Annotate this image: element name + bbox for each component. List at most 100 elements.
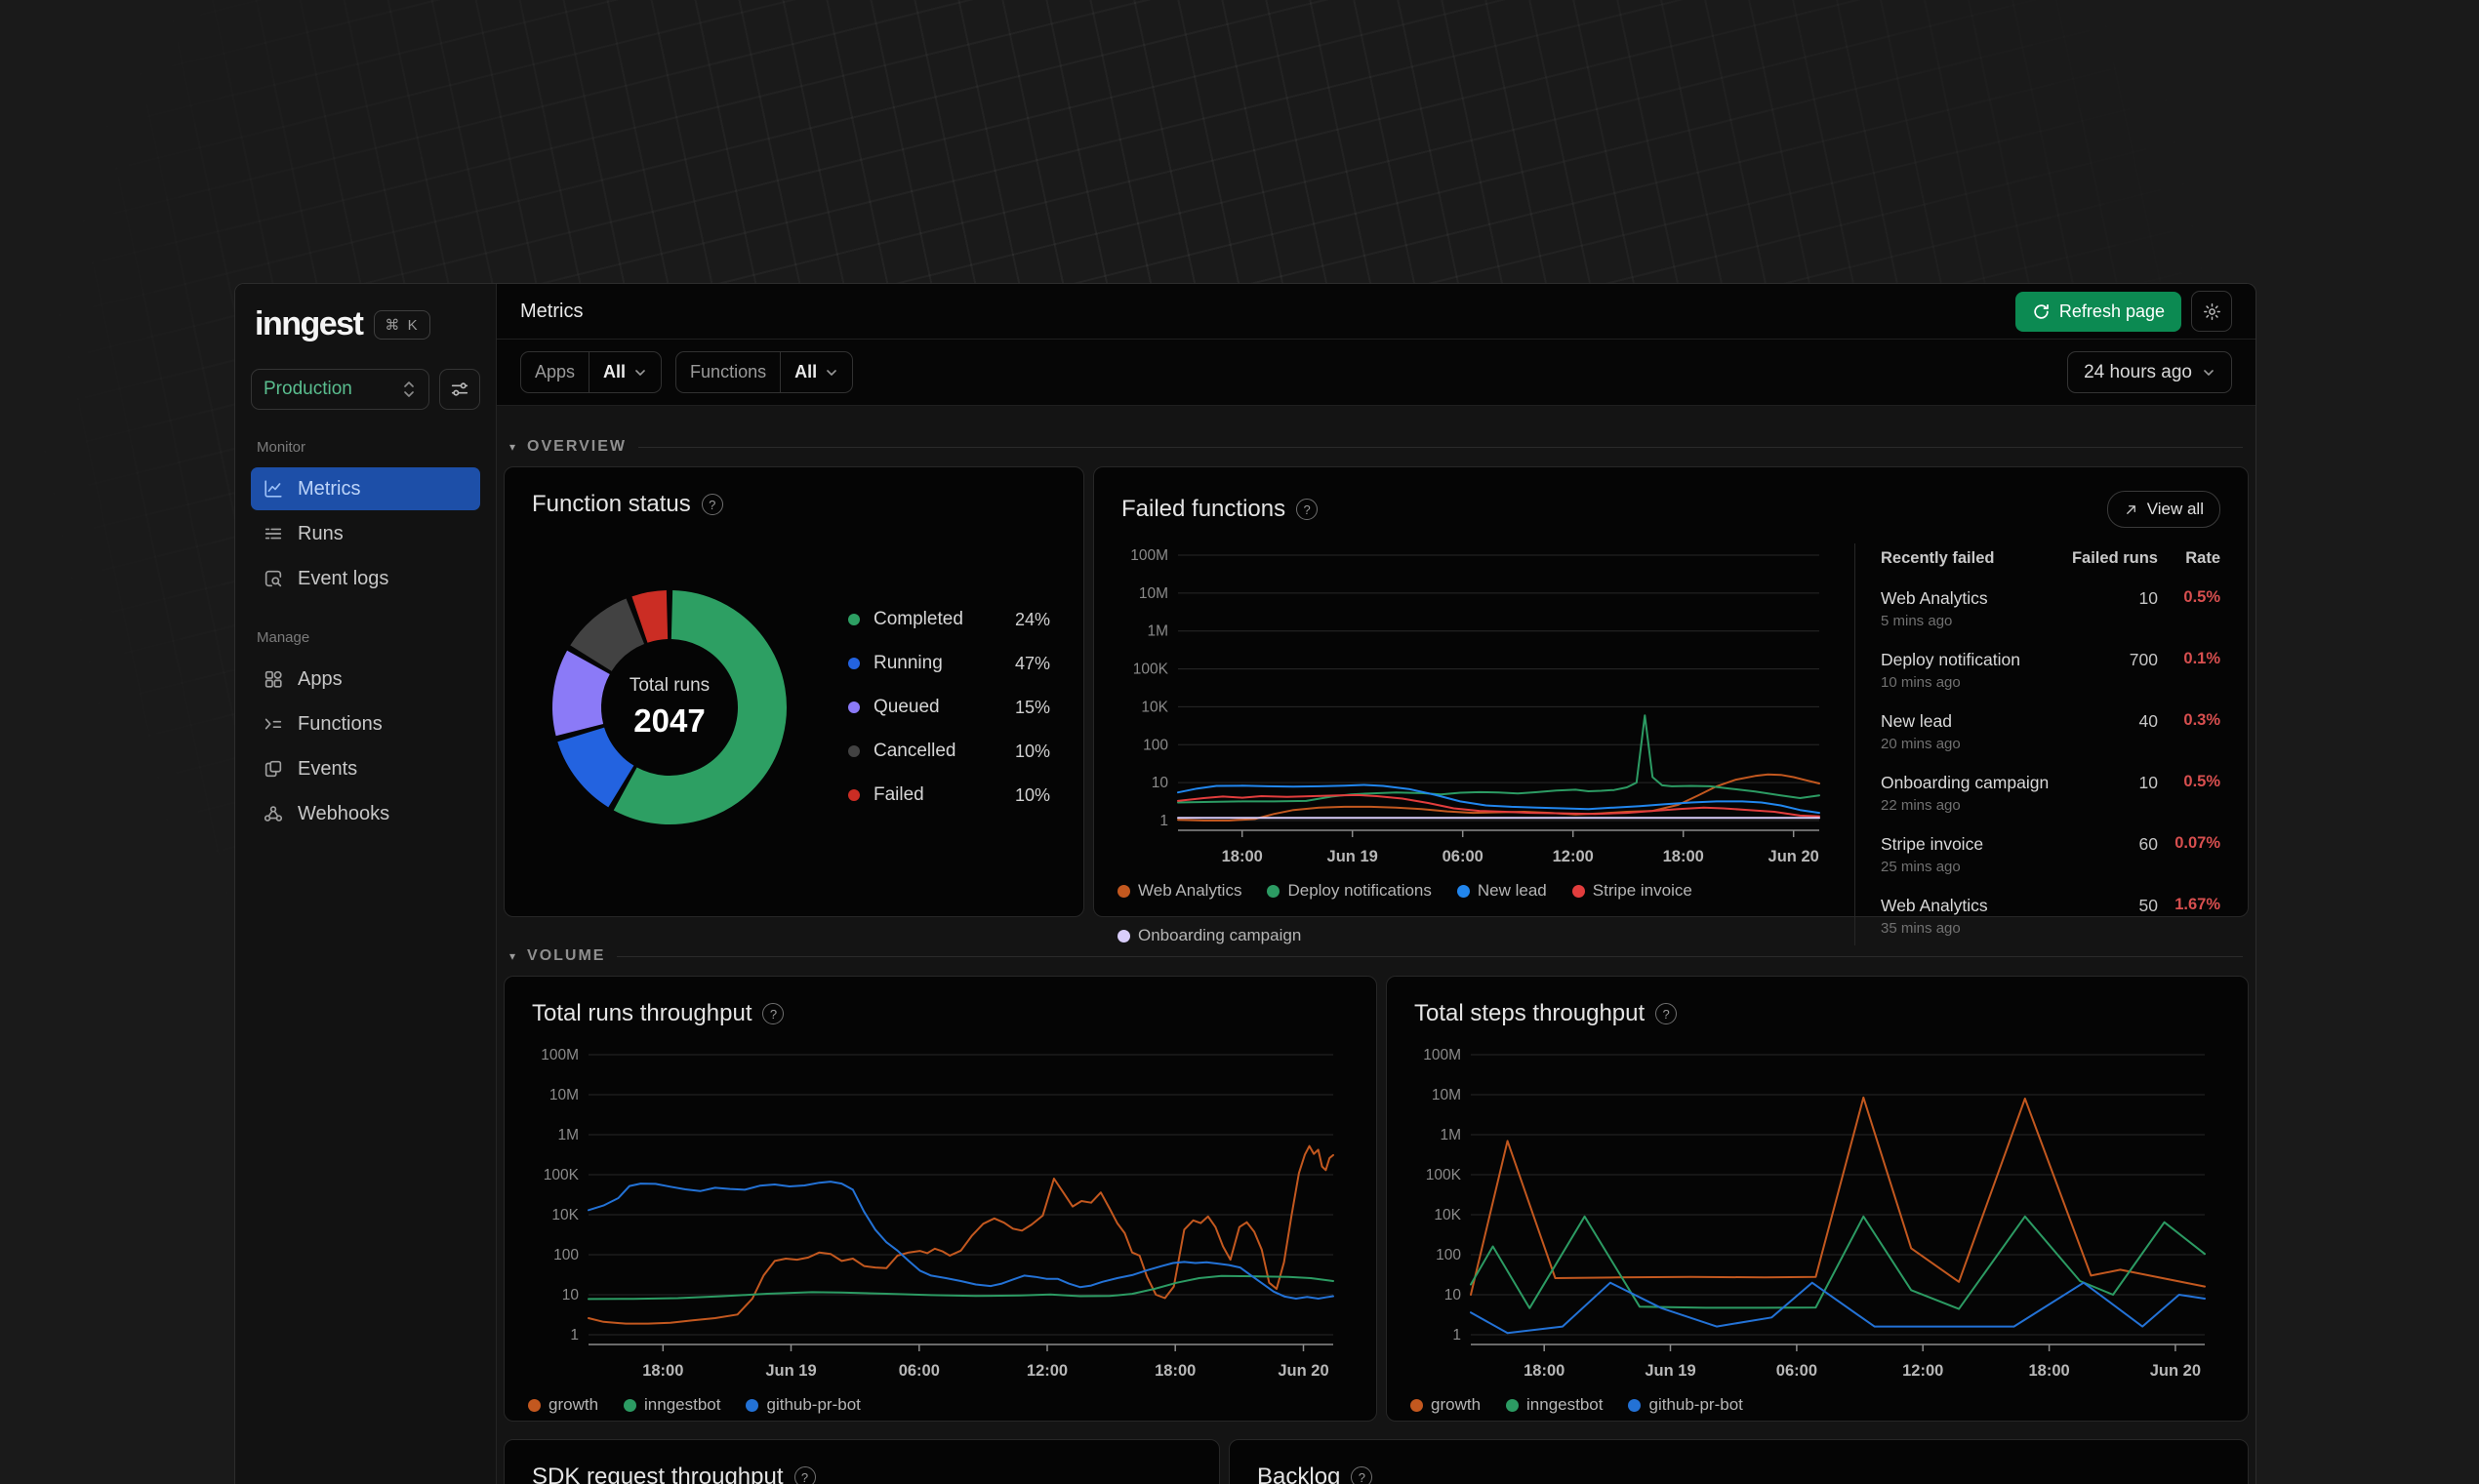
table-row[interactable]: Deploy notification 10 mins ago 700 0.1% [1881, 650, 2220, 691]
legend-item[interactable]: Queued 15% [848, 697, 1050, 718]
chevron-down-icon [635, 369, 645, 376]
legend-item[interactable]: Cancelled 10% [848, 741, 1050, 762]
svg-text:100K: 100K [1133, 662, 1169, 678]
card-title: Total runs throughput [532, 1000, 752, 1026]
settings-button[interactable] [2191, 291, 2232, 332]
failed-function-name: Stripe invoice [1881, 834, 1984, 854]
environment-filter-button[interactable] [439, 369, 480, 410]
legend-label: New lead [1477, 881, 1547, 900]
legend-percent: 47% [1014, 653, 1050, 673]
chart-series-line [1177, 714, 1820, 804]
svg-text:10K: 10K [1141, 699, 1168, 715]
apps-filter[interactable]: Apps All [520, 351, 663, 393]
legend-item[interactable]: github-pr-bot [746, 1395, 861, 1415]
svg-text:10M: 10M [549, 1087, 579, 1103]
table-row[interactable]: Stripe invoice 25 mins ago 60 0.07% [1881, 834, 2220, 875]
legend-item[interactable]: growth [1410, 1395, 1481, 1415]
help-icon[interactable]: ? [1351, 1466, 1373, 1484]
legend-dot-icon [528, 1398, 541, 1412]
collapse-triangle-icon[interactable]: ▾ [509, 440, 515, 454]
runs-list-icon [263, 523, 284, 544]
help-icon[interactable]: ? [701, 494, 723, 515]
legend-item[interactable]: Failed 10% [848, 784, 1050, 806]
table-row[interactable]: Web Analytics 5 mins ago 10 0.5% [1881, 588, 2220, 629]
total-steps-chart-legend: growth inngestbot github-pr-bot [1410, 1395, 2220, 1415]
failed-runs-count: 50 [2138, 896, 2158, 915]
help-icon[interactable]: ? [1655, 1003, 1678, 1024]
time-range-value: 24 hours ago [2084, 361, 2192, 382]
legend-item[interactable]: Onboarding campaign [1118, 926, 1301, 945]
refresh-page-button[interactable]: Refresh page [2014, 291, 2181, 332]
legend-item[interactable]: Running 47% [848, 653, 1050, 674]
failed-rate: 0.1% [2183, 650, 2220, 667]
failed-function-cell: Web Analytics 35 mins ago [1881, 896, 2068, 937]
chart-series-line [588, 1274, 1334, 1301]
time-range-select[interactable]: 24 hours ago [2067, 351, 2232, 393]
legend-label: Failed [874, 784, 924, 805]
help-icon[interactable]: ? [762, 1003, 785, 1024]
legend-item[interactable]: Stripe invoice [1571, 881, 1692, 901]
legend-percent: 15% [1014, 697, 1050, 717]
legend-item[interactable]: Web Analytics [1118, 881, 1241, 901]
svg-text:100M: 100M [1130, 547, 1168, 564]
svg-text:1: 1 [1159, 813, 1168, 829]
total-steps-throughput-card: Total steps throughput ? 1 10 100 10K 100K 1M… [1386, 976, 2249, 1422]
sidebar-item-runs[interactable]: Runs [251, 512, 480, 555]
svg-text:100: 100 [1436, 1247, 1461, 1263]
legend-item[interactable]: Deploy notifications [1267, 881, 1432, 901]
failed-function-cell: Deploy notification 10 mins ago [1881, 650, 2068, 691]
table-row[interactable]: Web Analytics 35 mins ago 50 1.67% [1881, 896, 2220, 937]
help-icon[interactable]: ? [1296, 499, 1319, 520]
functions-filter[interactable]: Functions All [675, 351, 854, 393]
view-all-label: View all [2146, 500, 2204, 518]
failed-functions-chart: 1 10 100 10K 100K 1M 10M 100M 18:00 Jun 19 06:00 12… [1121, 543, 1835, 865]
collapse-triangle-icon[interactable]: ▾ [509, 949, 515, 963]
sidebar-item-label: Event logs [298, 567, 389, 589]
backlog-card: Backlog ? [1229, 1439, 2249, 1484]
volume-section-header: ▾ VOLUME [509, 946, 2243, 966]
up-down-chevron-icon [404, 381, 414, 397]
svg-text:1: 1 [570, 1327, 579, 1344]
svg-text:Jun 19: Jun 19 [1327, 848, 1378, 865]
svg-text:18:00: 18:00 [1663, 848, 1704, 865]
legend-item[interactable]: inngestbot [1506, 1395, 1603, 1415]
command-k-shortcut-badge[interactable]: ⌘ K [374, 309, 430, 340]
view-all-button[interactable]: View all [2106, 491, 2220, 528]
svg-text:06:00: 06:00 [899, 1362, 940, 1380]
failed-runs-count: 40 [2138, 711, 2158, 731]
legend-item[interactable]: growth [528, 1395, 598, 1415]
environment-select[interactable]: Production [251, 369, 429, 410]
table-row[interactable]: New lead 20 mins ago 40 0.3% [1881, 711, 2220, 752]
help-icon[interactable]: ? [793, 1466, 816, 1484]
legend-dot-icon [1267, 884, 1280, 898]
sidebar-item-metrics[interactable]: Metrics [251, 467, 480, 510]
legend-item[interactable]: New lead [1456, 881, 1547, 901]
legend-item[interactable]: Completed 24% [848, 609, 1050, 630]
sidebar-item-event-logs[interactable]: Event logs [251, 557, 480, 600]
legend-item[interactable]: github-pr-bot [1628, 1395, 1743, 1415]
svg-text:1M: 1M [1440, 1127, 1461, 1143]
table-row[interactable]: Onboarding campaign 22 mins ago 10 0.5% [1881, 773, 2220, 814]
legend-item[interactable]: inngestbot [624, 1395, 720, 1415]
sidebar-item-label: Events [298, 757, 358, 780]
environment-value: Production [264, 379, 352, 399]
card-title: Failed functions [1121, 496, 1286, 522]
sidebar-item-apps[interactable]: Apps [251, 658, 480, 701]
legend-percent: 10% [1014, 741, 1050, 761]
sidebar-item-functions[interactable]: Functions [251, 702, 480, 745]
column-header-recently-failed: Recently failed [1881, 549, 1995, 567]
donut-center-label: Total runs [629, 675, 711, 696]
legend-label: inngestbot [1526, 1395, 1604, 1414]
failed-rate: 0.5% [2183, 773, 2220, 790]
svg-text:100K: 100K [1426, 1167, 1462, 1183]
donut-center-value: 2047 [633, 702, 706, 739]
legend-dot-icon [848, 658, 860, 669]
failed-function-name: New lead [1881, 711, 1952, 731]
sidebar-item-events[interactable]: Events [251, 747, 480, 790]
sidebar-item-webhooks[interactable]: Webhooks [251, 792, 480, 835]
overview-section-header: ▾ OVERVIEW [509, 437, 2243, 457]
svg-text:10: 10 [1444, 1287, 1462, 1304]
failed-function-time: 20 mins ago [1881, 736, 1961, 752]
sidebar: inngest ⌘ K Production Monitor Metrics R… [235, 284, 497, 1484]
svg-text:12:00: 12:00 [1027, 1362, 1068, 1380]
